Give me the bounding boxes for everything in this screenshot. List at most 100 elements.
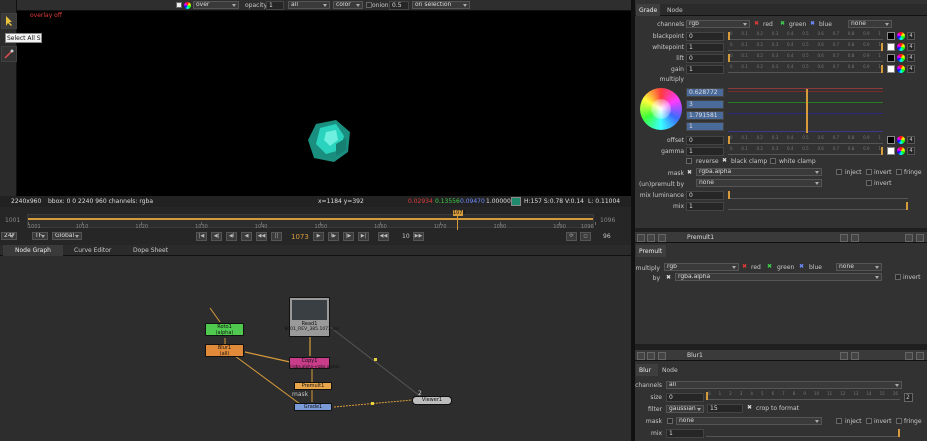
node-roto[interactable]: Roto1 (alpha) [205,323,244,336]
gain-channel-badge[interactable]: 4 [907,65,915,73]
tab-grade-node[interactable]: Node [667,7,683,14]
premult-by-check[interactable]: ✖ [666,274,671,281]
blackpoint-slider[interactable]: 0 0.1 0.2 0.3 0.4 0.5 0.6 0.7 0.8 0.9 1 [728,31,883,40]
blur-fringe-checkbox[interactable] [896,418,902,424]
multiply-sliders[interactable] [728,88,883,133]
tab-blur-node[interactable]: Node [662,367,678,374]
blackpoint-channel-badge[interactable]: 4 [907,32,915,40]
blur-settings-icon[interactable] [647,352,655,360]
next-key-button[interactable]: |▶ [343,232,354,241]
tab-grade[interactable]: Grade [636,4,660,16]
premult-red-check[interactable]: ✖ [742,263,747,270]
viewer-canvas[interactable] [17,11,631,196]
premult-close-icon[interactable] [637,234,645,242]
node-viewer[interactable]: Viewer1 [412,396,452,405]
blur-channels-dropdown[interactable]: all [666,381,902,389]
grade-blue-check[interactable]: ✖ [810,20,815,27]
lift-swatch[interactable] [887,54,895,62]
blackpoint-field[interactable]: 0 [686,32,724,41]
whitepoint-swatch[interactable] [887,43,895,51]
grade-inject-checkbox[interactable] [836,169,842,175]
blur-mask-checkbox[interactable] [667,418,673,424]
blur-mix-slider[interactable] [706,429,900,437]
premult-x-icon[interactable] [916,234,924,242]
multiply-a[interactable]: 1 [686,122,724,131]
lift-color-wheel-icon[interactable] [897,54,905,62]
premult-collapse-icon[interactable] [905,234,913,242]
unpremult-invert-checkbox[interactable] [866,180,872,186]
loop-button[interactable]: ⟳ [566,232,577,241]
multiply-r[interactable]: 0.628772 [686,88,724,97]
scope-dropdown[interactable]: Global [52,232,82,240]
tab-blur[interactable]: Blur [636,364,658,376]
timeline-playhead[interactable]: 1073 [452,210,466,230]
blur-collapse-icon[interactable] [905,352,913,360]
tf-dropdown[interactable]: TF [32,232,48,240]
white-clamp-checkbox[interactable] [770,158,776,164]
gamma-slider[interactable]: 0 0.1 0.2 0.3 0.4 0.5 0.6 0.7 0.8 0.9 1 [728,146,883,155]
node-read[interactable]: Read1 8001_REV_385.1073.exr [284,297,340,337]
timeline-track[interactable]: 1001 1010 1020 1030 1040 1050 1060 1070 1080 1090… [27,214,596,230]
premult-float-icon[interactable] [840,234,848,242]
opacity-field[interactable]: 1 [266,1,284,10]
grade-mask-dropdown[interactable]: rgba.alpha [696,168,822,176]
blur-close-icon[interactable] [637,352,645,360]
goto-end-button[interactable]: ▶| [358,232,369,241]
offset-color-wheel-icon[interactable] [897,136,905,144]
gamma-field[interactable]: 1 [686,147,724,156]
mix-luminance-slider[interactable] [728,191,908,199]
gamma-color-wheel-icon[interactable] [897,147,905,155]
whitepoint-channel-badge[interactable]: 4 [907,43,915,51]
blur-mask-dropdown[interactable]: none [676,417,822,425]
blur-filter-quality[interactable]: 15 [707,404,743,413]
premult-max-icon[interactable] [851,234,859,242]
grade-invert-checkbox[interactable] [866,169,872,175]
mix-luminance-field[interactable]: 0 [686,191,724,200]
offset-slider[interactable]: 0 0.1 0.2 0.3 0.4 0.5 0.6 0.7 0.8 0.9 1 [728,135,883,144]
blur-float-icon[interactable] [840,352,848,360]
blackpoint-color-wheel-icon[interactable] [897,32,905,40]
color-dropdown[interactable]: color [333,1,363,9]
gamma-channel-badge[interactable]: 4 [907,147,915,155]
premult-by-dropdown[interactable]: rgba.alpha [675,273,882,281]
step-forward-button[interactable]: I▶ [328,232,339,241]
current-frame[interactable]: 1073 [291,233,309,241]
whitepoint-field[interactable]: 1 [686,43,724,52]
play-forward-button[interactable]: ▶ [313,232,324,241]
premult-invert-checkbox[interactable] [895,274,901,280]
blur-invert-checkbox[interactable] [866,418,872,424]
node-copy[interactable]: Copy1 (rgba.alpha→rgba.alpha) [289,357,339,369]
onion-mode-dropdown[interactable]: on selection [412,1,470,9]
grade-mix-slider[interactable] [728,202,908,210]
blur-max-icon[interactable] [851,352,859,360]
reverse-checkbox[interactable] [686,158,692,164]
layer-dropdown[interactable]: all [288,1,330,9]
grade-red-check[interactable]: ✖ [754,20,759,27]
blur-size-slider[interactable]: 0 1 2 3 4 5 6 7 8 9 10 11 12 13 14 15 16 [706,391,900,400]
merge-mode-dropdown[interactable]: over [193,1,239,9]
goto-start-button[interactable]: |◀ [196,232,207,241]
node-grade[interactable]: Grade1 [294,403,332,411]
multiply-b[interactable]: 1.791581 [686,111,724,120]
grade-fringe-checkbox[interactable] [896,169,902,175]
offset-channel-badge[interactable]: 4 [907,136,915,144]
draw-tool-icon[interactable] [1,46,17,62]
tab-premult[interactable]: Premult [636,245,666,257]
grade-green-check[interactable]: ✖ [780,20,785,27]
play-back-alt-button[interactable]: ◀◀ [256,232,267,241]
node-blur[interactable]: Blur1 (all) [205,344,244,357]
grade-mask-check[interactable]: ✖ [687,169,692,176]
premult-blue-check[interactable]: ✖ [799,263,804,270]
blur-inject-checkbox[interactable] [836,418,842,424]
prev-key-button[interactable]: ◀| [211,232,222,241]
tab-dope-sheet[interactable]: Dope Sheet [133,247,168,254]
lift-slider[interactable]: 0 0.1 0.2 0.3 0.4 0.5 0.6 0.7 0.8 0.9 1 [728,53,883,62]
play-back-button[interactable]: ◀ [241,232,252,241]
tab-node-graph[interactable]: Node Graph [3,245,63,256]
offset-field[interactable]: 0 [686,136,724,145]
premult-multiply-dropdown[interactable]: rgb [664,263,739,271]
tab-curve-editor[interactable]: Curve Editor [74,247,111,254]
black-clamp-check[interactable]: ✖ [722,157,727,164]
whitepoint-slider[interactable]: 0 0.1 0.2 0.3 0.4 0.5 0.6 0.7 0.8 0.9 1 [728,42,883,51]
step-back-button[interactable]: ◀I [226,232,237,241]
